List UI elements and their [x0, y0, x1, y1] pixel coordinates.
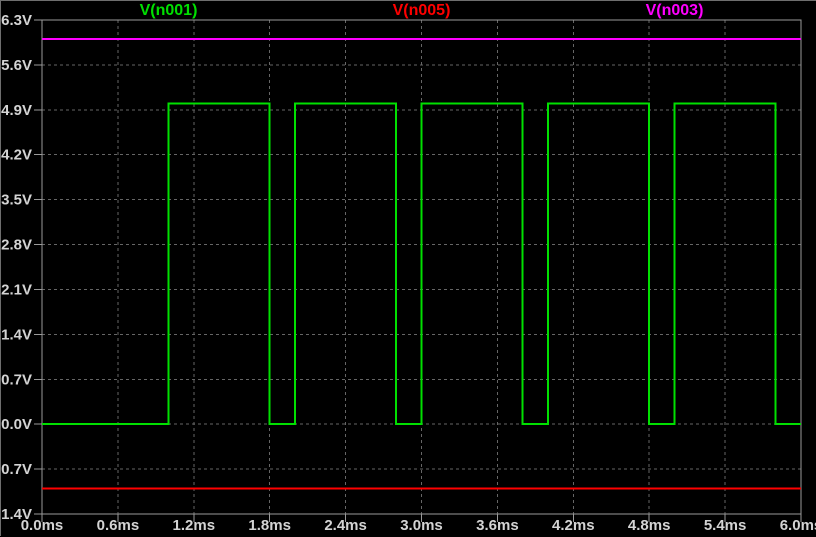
y-axis-tick-label: 6.3V	[1, 12, 32, 29]
x-axis-tick-label: 1.8ms	[248, 517, 291, 534]
y-axis-tick-label: -0.7V	[1, 461, 32, 478]
waveform-plot[interactable]: 0.0ms0.6ms1.2ms1.8ms2.4ms3.0ms3.6ms4.2ms…	[1, 1, 816, 537]
x-axis-tick-label: 4.2ms	[552, 517, 595, 534]
y-axis-tick-label: 5.6V	[1, 57, 32, 74]
y-axis-tick-label: 3.5V	[1, 192, 32, 209]
x-axis-tick-label: 2.4ms	[324, 517, 367, 534]
y-axis-tick-label: 0.7V	[1, 371, 32, 388]
y-axis-tick-label: -1.4V	[1, 506, 32, 523]
y-axis-tick-label: 4.9V	[1, 102, 32, 119]
x-axis-tick-label: 3.0ms	[400, 517, 443, 534]
waveform-viewer-pane: V(n001)V(n005)V(n003) 0.0ms0.6ms1.2ms1.8…	[0, 0, 816, 536]
trace-1[interactable]	[42, 103, 801, 424]
y-axis-tick-label: 0.0V	[1, 416, 32, 433]
x-axis-tick-label: 3.6ms	[476, 517, 519, 534]
y-axis-tick-label: 1.4V	[1, 326, 32, 343]
x-axis-tick-label: 6.0ms	[780, 517, 816, 534]
x-axis-tick-label: 4.8ms	[628, 517, 671, 534]
x-axis-tick-label: 0.6ms	[97, 517, 140, 534]
y-axis-tick-label: 2.8V	[1, 237, 32, 254]
x-axis-tick-label: 1.2ms	[173, 517, 216, 534]
y-axis-tick-label: 4.2V	[1, 147, 32, 164]
y-axis-tick-label: 2.1V	[1, 281, 32, 298]
x-axis-tick-label: 5.4ms	[704, 517, 747, 534]
